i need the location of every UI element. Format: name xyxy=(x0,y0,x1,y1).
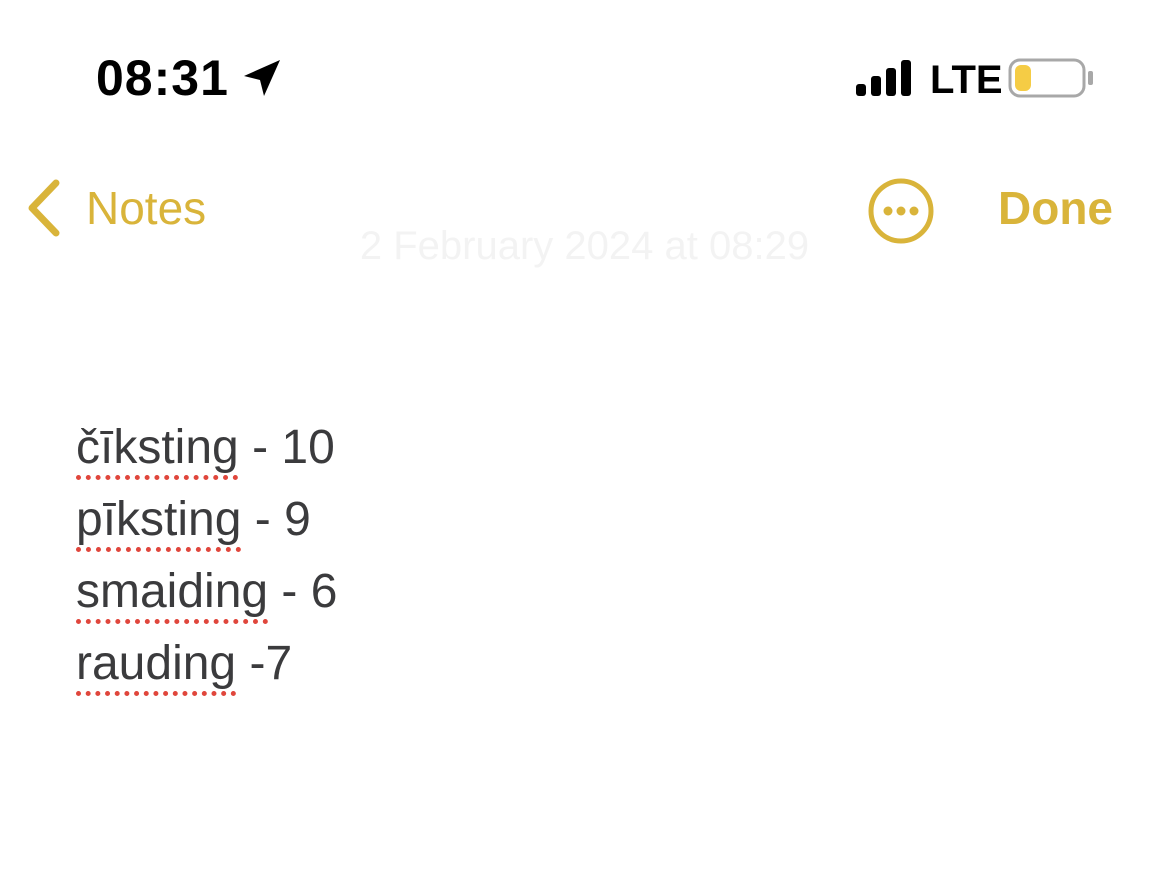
battery-icon xyxy=(1008,58,1093,98)
notes-screen: 08:31 LTE Notes 2 February 2024 at 08:29… xyxy=(0,0,1169,884)
note-line[interactable]: smaiding - 6 xyxy=(76,556,1076,628)
misspelled-word[interactable]: rauding xyxy=(76,637,236,690)
location-arrow-icon xyxy=(244,60,280,96)
done-button[interactable]: Done xyxy=(998,180,1113,236)
note-line[interactable]: rauding -7 xyxy=(76,628,1076,700)
note-line[interactable]: čīksting - 10 xyxy=(76,412,1076,484)
note-line-value: - 6 xyxy=(268,565,338,618)
misspelled-word[interactable]: pīksting xyxy=(76,493,241,546)
note-date: 2 February 2024 at 08:29 xyxy=(359,224,810,268)
note-line-value: -7 xyxy=(236,637,293,690)
misspelled-word[interactable]: smaiding xyxy=(76,565,268,618)
note-line-value: - 10 xyxy=(238,421,335,474)
note-body[interactable]: čīksting - 10 pīksting - 9 smaiding - 6 … xyxy=(76,412,1076,700)
ellipsis-circle-icon[interactable] xyxy=(866,176,936,246)
misspelled-word[interactable]: čīksting xyxy=(76,421,239,474)
network-type-label: LTE xyxy=(930,58,1003,102)
note-line-value: - 9 xyxy=(241,493,311,546)
signal-bars-icon xyxy=(856,60,911,96)
status-time: 08:31 xyxy=(96,50,229,106)
note-line[interactable]: pīksting - 9 xyxy=(76,484,1076,556)
